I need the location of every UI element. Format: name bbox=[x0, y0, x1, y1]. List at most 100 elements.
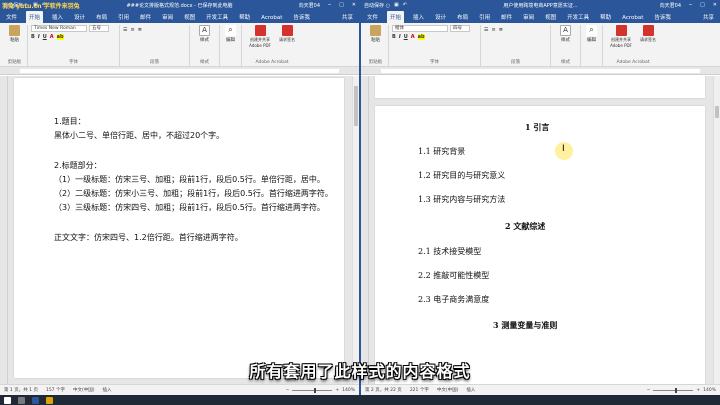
align-center-icon[interactable]: ≣ bbox=[499, 27, 503, 33]
editing-button[interactable]: ⌕ 编辑 bbox=[223, 25, 238, 43]
font-color-button[interactable]: A bbox=[411, 34, 415, 40]
zoom-level[interactable]: 140% bbox=[342, 388, 355, 393]
insert-mode[interactable]: 插入 bbox=[103, 387, 112, 393]
underline-button[interactable]: U bbox=[43, 34, 47, 40]
page[interactable]: 1 引言 1.1 研究背景 1.2 研究目的与研究意义 1.3 研究内容与研究方… bbox=[375, 106, 705, 384]
language[interactable]: 中文(中国) bbox=[437, 387, 459, 393]
tab-home[interactable]: 开始 bbox=[26, 11, 44, 23]
font-name-select[interactable]: Times New Roman bbox=[31, 25, 87, 32]
numbering-icon[interactable]: ≡ bbox=[491, 27, 495, 33]
tab-view[interactable]: 视图 bbox=[543, 13, 558, 23]
page-count[interactable]: 第 2 页，共 22 页 bbox=[365, 387, 402, 393]
tab-help[interactable]: 帮助 bbox=[598, 13, 613, 23]
tab-developer[interactable]: 开发工具 bbox=[565, 13, 591, 23]
paste-button[interactable]: 粘贴 bbox=[366, 25, 385, 43]
styles-icon: A bbox=[199, 25, 210, 36]
page-count[interactable]: 第 1 页，共 1 页 bbox=[4, 387, 38, 393]
highlight-button[interactable]: ab bbox=[56, 34, 64, 40]
tab-mailings[interactable]: 邮件 bbox=[499, 13, 514, 23]
font-name-select[interactable]: 楷体 bbox=[392, 25, 448, 32]
tab-references[interactable]: 引用 bbox=[116, 13, 131, 23]
italic-button[interactable]: I bbox=[399, 34, 401, 40]
tab-review[interactable]: 审阅 bbox=[521, 13, 536, 23]
video-subtitle: 所有套用了此样式的内容格式 bbox=[249, 362, 471, 381]
vertical-scrollbar[interactable] bbox=[352, 76, 359, 384]
bullets-icon[interactable]: ☰ bbox=[484, 27, 488, 33]
word-count[interactable]: 157 个字 bbox=[46, 387, 65, 393]
vertical-scrollbar[interactable] bbox=[713, 76, 720, 384]
maximize-icon[interactable]: □ bbox=[339, 2, 344, 9]
tab-references[interactable]: 引用 bbox=[477, 13, 492, 23]
search-icon[interactable] bbox=[18, 396, 25, 404]
tab-file[interactable]: 文件 bbox=[365, 13, 380, 23]
bold-button[interactable]: B bbox=[392, 34, 396, 40]
horizontal-ruler[interactable] bbox=[0, 67, 359, 75]
user-name[interactable]: 向天君04 bbox=[660, 2, 681, 9]
numbering-icon[interactable]: ≡ bbox=[130, 27, 134, 33]
close-icon[interactable]: ✕ bbox=[713, 2, 717, 9]
autosave-toggle[interactable]: 自动保存 ○ bbox=[364, 2, 390, 9]
font-size-select[interactable]: 四号 bbox=[450, 25, 470, 32]
styles-button[interactable]: A 样式 bbox=[554, 25, 577, 43]
document-canvas[interactable]: 1 引言 1.1 研究背景 1.2 研究目的与研究意义 1.3 研究内容与研究方… bbox=[361, 76, 720, 384]
bullets-icon[interactable]: ☰ bbox=[123, 27, 127, 33]
save-icon[interactable]: ▣ bbox=[394, 2, 399, 9]
tab-acrobat[interactable]: Acrobat bbox=[259, 15, 284, 23]
word-taskbar-icon[interactable] bbox=[32, 396, 39, 404]
tab-view[interactable]: 视图 bbox=[182, 13, 197, 23]
tab-insert[interactable]: 插入 bbox=[411, 13, 426, 23]
user-name[interactable]: 向天君04 bbox=[299, 2, 320, 9]
tab-design[interactable]: 设计 bbox=[72, 13, 87, 23]
tab-mailings[interactable]: 邮件 bbox=[138, 13, 153, 23]
tell-me-search[interactable]: 告诉我 bbox=[291, 13, 312, 23]
tab-insert[interactable]: 插入 bbox=[50, 13, 65, 23]
word-count[interactable]: 221 个字 bbox=[410, 387, 429, 393]
explorer-icon[interactable] bbox=[46, 396, 53, 404]
insert-mode[interactable]: 插入 bbox=[466, 387, 475, 393]
zoom-control[interactable]: − + 140% bbox=[647, 387, 716, 393]
scroll-thumb[interactable] bbox=[715, 106, 719, 118]
highlight-button[interactable]: ab bbox=[417, 34, 425, 40]
tab-design[interactable]: 设计 bbox=[433, 13, 448, 23]
close-icon[interactable]: ✕ bbox=[352, 2, 356, 9]
create-pdf-button[interactable]: 创建并共享 Adobe PDF bbox=[245, 25, 275, 48]
share-button[interactable]: 共享 bbox=[340, 13, 355, 23]
start-icon[interactable] bbox=[4, 396, 11, 404]
request-signature-button[interactable]: 请求签名 bbox=[279, 25, 295, 48]
editing-button[interactable]: ⌕ 编辑 bbox=[584, 25, 599, 43]
minimize-icon[interactable]: ─ bbox=[689, 2, 692, 9]
undo-icon[interactable]: ↶ bbox=[403, 2, 407, 9]
page-previous[interactable] bbox=[375, 76, 705, 98]
tab-home[interactable]: 开始 bbox=[387, 11, 405, 23]
tab-file[interactable]: 文件 bbox=[4, 13, 19, 23]
tab-layout[interactable]: 布局 bbox=[455, 13, 470, 23]
tab-review[interactable]: 审阅 bbox=[160, 13, 175, 23]
zoom-level[interactable]: 140% bbox=[703, 388, 716, 393]
request-signature-button[interactable]: 请求签名 bbox=[640, 25, 656, 48]
tab-help[interactable]: 帮助 bbox=[237, 13, 252, 23]
tab-developer[interactable]: 开发工具 bbox=[204, 13, 230, 23]
document-canvas[interactable]: 1.题目： 黑体小二号、单倍行距、居中，不超过20个字。 2.标题部分： （1）… bbox=[0, 76, 359, 384]
italic-button[interactable]: I bbox=[38, 34, 40, 40]
horizontal-ruler[interactable] bbox=[361, 67, 720, 75]
language[interactable]: 中文(中国) bbox=[73, 387, 95, 393]
create-pdf-button[interactable]: 创建并共享 Adobe PDF bbox=[606, 25, 636, 48]
bold-button[interactable]: B bbox=[31, 34, 35, 40]
tab-layout[interactable]: 布局 bbox=[94, 13, 109, 23]
align-center-icon[interactable]: ≣ bbox=[138, 27, 142, 33]
zoom-slider[interactable] bbox=[292, 387, 333, 393]
zoom-slider[interactable] bbox=[653, 387, 694, 393]
tell-me-search[interactable]: 告诉我 bbox=[652, 13, 673, 23]
share-button[interactable]: 共享 bbox=[701, 13, 716, 23]
minimize-icon[interactable]: ─ bbox=[328, 2, 331, 9]
tab-acrobat[interactable]: Acrobat bbox=[620, 15, 645, 23]
font-color-button[interactable]: A bbox=[50, 34, 54, 40]
underline-button[interactable]: U bbox=[404, 34, 408, 40]
paste-button[interactable]: 粘贴 bbox=[5, 25, 24, 43]
styles-button[interactable]: A 样式 bbox=[193, 25, 216, 43]
zoom-control[interactable]: − + 140% bbox=[286, 387, 355, 393]
page[interactable]: 1.题目： 黑体小二号、单倍行距、居中，不超过20个字。 2.标题部分： （1）… bbox=[14, 78, 344, 378]
scroll-thumb[interactable] bbox=[354, 86, 358, 126]
font-size-select[interactable]: 五号 bbox=[89, 25, 109, 32]
maximize-icon[interactable]: □ bbox=[700, 2, 705, 9]
